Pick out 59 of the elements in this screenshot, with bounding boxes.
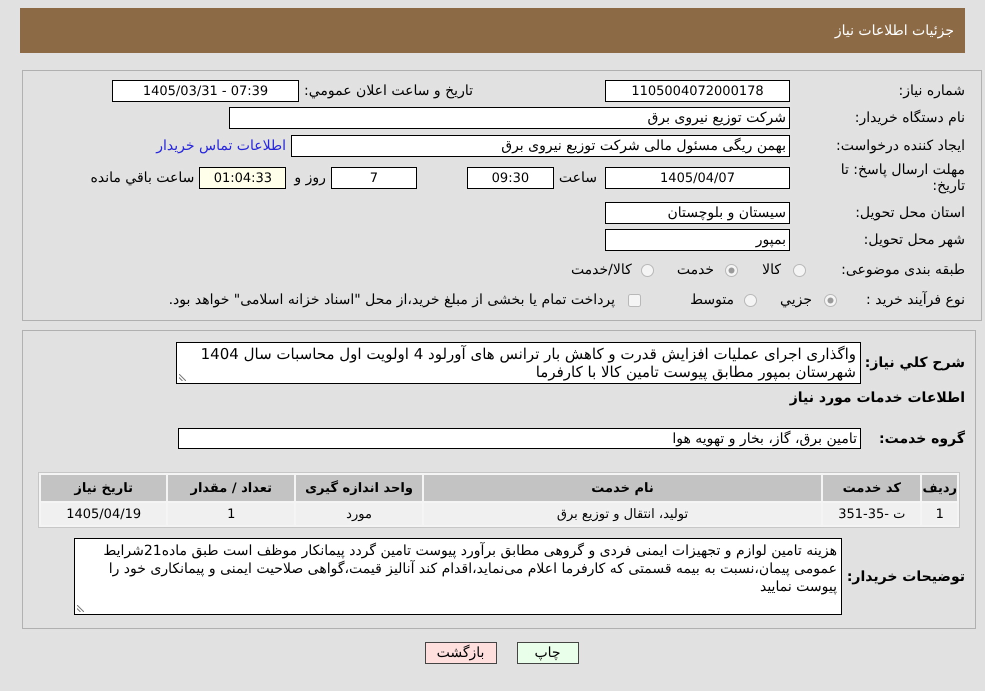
notes-field[interactable]: هزینه تامین لوازم و تجهیزات ایمنی فردی و گروهی مطابق برآورد پیوست تامین گردد پیمانکار موظف است طبق ماده21شرایط عمومی پیمان،نسبت به بیمه قسمتی که کارفرما اعلام می‌نماید،اقدام کند آنالیز قیمت،گواهی صلاحیت ایمنی و پیمانکاری خود را پیوست نمایید bbox=[74, 538, 842, 615]
field-label: شماره نیاز: bbox=[898, 83, 965, 99]
field-label: مهلت ارسال پاسخ: تا تاریخ: bbox=[840, 162, 965, 194]
radio-label: کالا/خدمت bbox=[570, 262, 632, 278]
countdown-field[interactable]: 01:04:33 bbox=[199, 167, 286, 189]
field-label: توضیحات خریدار: bbox=[846, 568, 965, 584]
table-header-cell: نام خدمت bbox=[424, 475, 822, 501]
description-field[interactable]: واگذاری اجرای عملیات افزایش قدرت و کاهش بار ترانس های آورلود 4 اولویت اول محاسبات سال 1404 شهرستان بمپور مطابق پیوست تامین کالا با کارفرما bbox=[176, 342, 861, 384]
text-field[interactable]: 1405/04/07 bbox=[605, 167, 790, 189]
field-label: تاريخ و ساعت اعلان عمومي: bbox=[304, 83, 473, 99]
field-label: نوع فرآیند خرید : bbox=[865, 292, 965, 308]
text-field[interactable]: بهمن ریگی مسئول مالی شرکت توزیع نیروی برق bbox=[291, 135, 790, 157]
text-field[interactable]: سیستان و بلوچستان bbox=[605, 202, 790, 224]
table-header-cell: کد خدمت bbox=[823, 475, 920, 501]
text-field[interactable]: بمپور bbox=[605, 229, 790, 251]
radio-button[interactable] bbox=[640, 264, 654, 276]
table-cell: 1 bbox=[168, 503, 294, 525]
field-label: ساعت باقي مانده bbox=[90, 170, 194, 186]
table-header-cell: واحد اندازه گیری bbox=[296, 475, 422, 501]
table-header-cell: تعداد / مقدار bbox=[168, 475, 294, 501]
field-label: روز و bbox=[294, 170, 326, 186]
buyer-contact-link[interactable]: اطلاعات تماس خریدار bbox=[156, 138, 286, 154]
field-label: استان محل تحویل: bbox=[854, 205, 965, 221]
field-label: نام دستگاه خریدار: bbox=[854, 110, 965, 126]
radio-label: کالا bbox=[762, 262, 781, 278]
radio-label: خدمت bbox=[676, 262, 714, 278]
table-header-cell: ردیف bbox=[922, 475, 957, 501]
field-label: گروه خدمت: bbox=[878, 430, 965, 446]
text-field[interactable]: شرکت توزیع نیروی برق bbox=[229, 107, 790, 129]
radio-button[interactable] bbox=[744, 294, 758, 306]
field-label: ایجاد کننده درخواست: bbox=[835, 138, 965, 154]
back-button[interactable]: بازگشت bbox=[424, 642, 496, 664]
resize-grip-icon[interactable] bbox=[77, 605, 84, 612]
table-cell: 1 bbox=[922, 503, 957, 525]
text-field[interactable]: 09:30 bbox=[466, 167, 554, 189]
checkbox[interactable] bbox=[628, 294, 642, 306]
table-cell: ت -35-351 bbox=[823, 503, 920, 525]
text-field[interactable]: 1105004072000178 bbox=[605, 80, 790, 102]
radio-button[interactable] bbox=[824, 294, 837, 306]
checkbox-label: پرداخت تمام یا بخشی از مبلغ خرید،از محل "اسناد خزانه اسلامی" خواهد بود. bbox=[168, 292, 616, 308]
radio-button[interactable] bbox=[725, 264, 738, 276]
print-button[interactable]: چاپ bbox=[516, 642, 578, 664]
text-field[interactable]: 1405/03/31 - 07:39 bbox=[112, 80, 300, 102]
radio-label: متوسط bbox=[690, 292, 734, 308]
field-label: ساعت bbox=[558, 170, 597, 186]
table-cell: تولید، انتقال و توزیع برق bbox=[424, 503, 822, 525]
text-field[interactable]: 7 bbox=[330, 167, 417, 189]
radio-button[interactable] bbox=[793, 264, 806, 276]
field-label: شهر محل تحویل: bbox=[862, 232, 965, 248]
text-field[interactable]: تامین برق، گاز، بخار و تهویه هوا bbox=[178, 428, 861, 449]
section-heading: اطلاعات خدمات مورد نیاز bbox=[788, 390, 965, 408]
radio-label: جزيي bbox=[780, 292, 812, 308]
table-header-cell: تاریخ نیاز bbox=[41, 475, 166, 501]
table-cell: 1405/04/19 bbox=[41, 503, 166, 525]
resize-grip-icon[interactable] bbox=[179, 374, 186, 381]
page-title: جزئیات اطلاعات نیاز bbox=[834, 22, 954, 38]
field-label: شرح کلي نیاز: bbox=[864, 355, 965, 371]
field-label: طبقه بندی موضوعی: bbox=[840, 262, 965, 278]
table-cell: مورد bbox=[296, 503, 422, 525]
